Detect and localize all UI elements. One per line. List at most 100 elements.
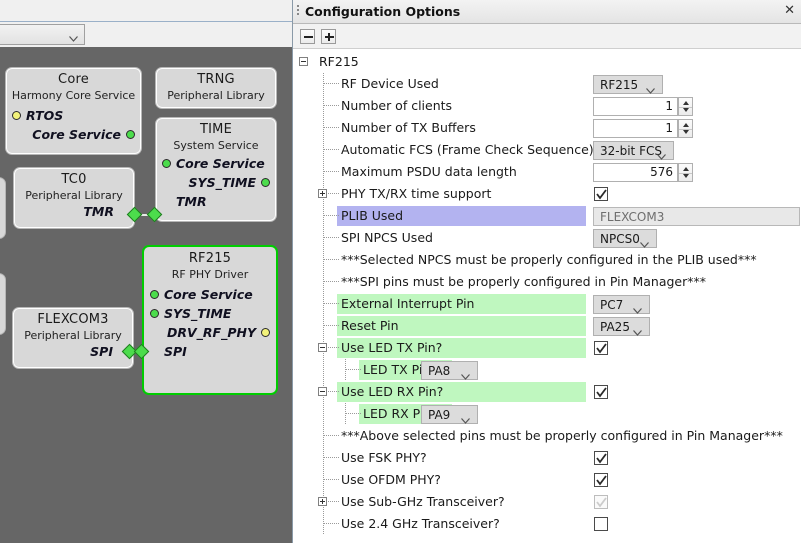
spinner-max_psdu[interactable]: 576 (593, 163, 693, 182)
tree-row-use_fsk[interactable]: Use FSK PHY? (293, 447, 801, 469)
tree-row-note_spi_pins[interactable]: ***SPI pins must be properly configured … (293, 271, 801, 293)
node-port-drv-rf-phy[interactable]: DRV_RF_PHY (144, 323, 276, 342)
port-status-dot-icon (126, 130, 135, 139)
graph-node-trng[interactable]: TRNG Peripheral Library (155, 67, 277, 109)
checkbox-use_fsk[interactable] (594, 451, 608, 465)
tree-row-spi_npcs[interactable]: SPI NPCS Used NPCS0 (293, 227, 801, 249)
graph-node-rf215[interactable]: RF215 RF PHY Driver Core Service SYS_TIM… (142, 245, 278, 395)
tree-row-use_led_tx[interactable]: Use LED TX Pin? (293, 337, 801, 359)
node-port-core-service[interactable]: Core Service (156, 154, 276, 173)
window-titlebar[interactable]: Configuration Options ✕ (293, 0, 801, 24)
collapse-node-icon[interactable] (318, 343, 327, 352)
tree-row-led_rx_pin[interactable]: LED RX Pin PA9 (293, 403, 801, 425)
checkbox-use_led_tx[interactable] (594, 341, 608, 355)
spinner-up-button[interactable] (679, 120, 692, 128)
spinner-down-button[interactable] (679, 106, 692, 114)
spinner-value[interactable]: 1 (593, 119, 678, 138)
checkbox-use_24ghz[interactable] (594, 517, 608, 531)
select-led_rx_pin[interactable]: PA9 (421, 405, 478, 424)
node-port-tmr[interactable]: TMR (156, 192, 276, 211)
tree-row-note_pins[interactable]: ***Above selected pins must be properly … (293, 425, 801, 447)
tree-row-label: External Interrupt Pin (341, 296, 475, 311)
drag-grip-icon[interactable] (296, 5, 302, 18)
offscreen-node-partial-1[interactable] (0, 177, 6, 239)
node-port-spi[interactable]: SPI (13, 342, 133, 361)
graph-filter-dropdown[interactable] (0, 24, 85, 45)
collapse-all-icon[interactable] (300, 28, 315, 44)
tree-row-root[interactable]: RF215 (293, 51, 801, 73)
checkbox-use_ofdm[interactable] (594, 473, 608, 487)
chevron-down-icon (646, 83, 655, 94)
port-status-dot-icon (261, 178, 270, 187)
node-port-core-service[interactable]: Core Service (144, 285, 276, 304)
graph-canvas[interactable]: Core Harmony Core Service RTOS Core Serv… (0, 47, 292, 543)
spinner-down-button[interactable] (679, 172, 692, 180)
select-spi_npcs[interactable]: NPCS0 (593, 229, 657, 248)
tree-row-use_ofdm[interactable]: Use OFDM PHY? (293, 469, 801, 491)
tree-row-rf_device_used[interactable]: RF Device Used RF215 (293, 73, 801, 95)
tree-row-use_led_rx[interactable]: Use LED RX Pin? (293, 381, 801, 403)
tree-row-num_clients[interactable]: Number of clients 1 (293, 95, 801, 117)
expand-node-icon[interactable] (318, 189, 327, 198)
spinner-up-button[interactable] (679, 98, 692, 106)
checkbox-use_led_rx[interactable] (594, 385, 608, 399)
node-port-spi[interactable]: SPI (144, 342, 276, 361)
graph-toolbar (0, 0, 292, 22)
tree-tick-line (324, 457, 339, 458)
checkbox-phy_time[interactable] (594, 187, 608, 201)
port-status-dot-icon (12, 111, 21, 120)
spinner-num_tx_buffers[interactable]: 1 (593, 119, 693, 138)
spinner-up-button[interactable] (679, 164, 692, 172)
node-title: Core (58, 72, 89, 87)
configuration-tree[interactable]: RF215 RF Device Used RF215 Number of client… (293, 49, 801, 543)
spinner-value[interactable]: 1 (593, 97, 678, 116)
tree-row-label: ***Selected NPCS must be properly config… (341, 252, 757, 267)
node-port-tmr[interactable]: TMR (14, 202, 134, 221)
tree-guide-line (323, 205, 324, 227)
spinner-down-button[interactable] (679, 128, 692, 136)
close-icon[interactable]: ✕ (784, 4, 795, 18)
tree-row-num_tx_buffers[interactable]: Number of TX Buffers 1 (293, 117, 801, 139)
tree-guide-line (323, 117, 324, 139)
node-port-sys-time[interactable]: SYS_TIME (156, 173, 276, 192)
node-subtitle: Peripheral Library (167, 89, 265, 102)
tree-row-auto_fcs[interactable]: Automatic FCS (Frame Check Sequence) 32-b… (293, 139, 801, 161)
spinner-value[interactable]: 576 (593, 163, 678, 182)
node-port-core-service[interactable]: Core Service (6, 125, 141, 144)
graph-node-core[interactable]: Core Harmony Core Service RTOS Core Serv… (5, 67, 142, 155)
window-title: Configuration Options (305, 4, 461, 19)
tree-row-label: Use OFDM PHY? (341, 472, 441, 487)
tree-row-plib_used[interactable]: PLIB Used FLEXCOM3 (293, 205, 801, 227)
select-led_tx_pin[interactable]: PA8 (421, 361, 478, 380)
tree-row-note_npcs[interactable]: ***Selected NPCS must be properly config… (293, 249, 801, 271)
graph-node-tc0[interactable]: TC0 Peripheral Library TMR (13, 167, 135, 229)
node-port-rtos[interactable]: RTOS (6, 106, 141, 125)
expand-all-icon[interactable] (321, 28, 336, 44)
graph-node-time[interactable]: TIME System Service Core Service SYS_TIM… (155, 117, 277, 222)
node-port-sys-time[interactable]: SYS_TIME (144, 304, 276, 323)
collapse-node-icon[interactable] (318, 387, 327, 396)
tree-tick-line (346, 413, 361, 414)
tree-row-label: PLIB Used (341, 208, 404, 223)
tree-guide-line (323, 139, 324, 161)
tree-row-use_24ghz[interactable]: Use 2.4 GHz Transceiver? (293, 513, 801, 535)
select-auto_fcs[interactable]: 32-bit FCS (593, 141, 674, 160)
tree-row-max_psdu[interactable]: Maximum PSDU data length 576 (293, 161, 801, 183)
collapse-node-icon[interactable] (299, 57, 308, 66)
offscreen-node-partial-2[interactable] (0, 273, 6, 335)
tree-row-use_subghz[interactable]: Use Sub-GHz Transceiver? (293, 491, 801, 513)
select-ext_int_pin[interactable]: PC7 (593, 295, 650, 314)
tree-row-reset_pin[interactable]: Reset Pin PA25 (293, 315, 801, 337)
tree-tick-line (324, 325, 339, 326)
graph-node-flexcom3[interactable]: FLEXCOM3 Peripheral Library SPI (12, 307, 134, 369)
tree-guide-line (323, 95, 324, 117)
select-rf_device_used[interactable]: RF215 (593, 75, 663, 94)
node-title: RF215 (188, 251, 232, 266)
select-reset_pin[interactable]: PA25 (593, 317, 650, 336)
expand-node-icon[interactable] (318, 497, 327, 506)
tree-row-phy_time[interactable]: PHY TX/RX time support (293, 183, 801, 205)
tree-row-led_tx_pin[interactable]: LED TX Pin PA8 (293, 359, 801, 381)
spinner-num_clients[interactable]: 1 (593, 97, 693, 116)
tree-guide-line (323, 359, 324, 381)
tree-row-ext_int_pin[interactable]: External Interrupt Pin PC7 (293, 293, 801, 315)
